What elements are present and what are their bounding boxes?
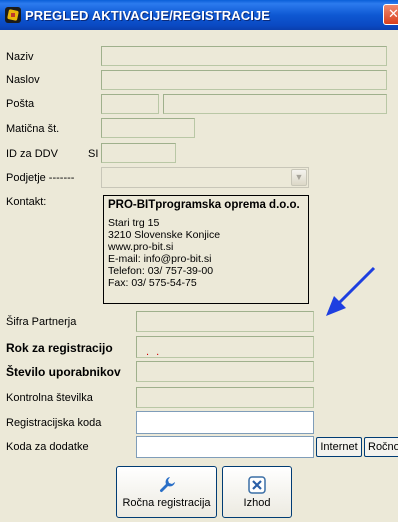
internet-button[interactable]: Internet	[316, 437, 362, 457]
uporabniki-field[interactable]	[136, 361, 314, 382]
naslov-label: Naslov	[6, 74, 40, 86]
contact-line: Telefon: 03/ 757-39-00	[108, 265, 214, 277]
sifra-label: Šifra Partnerja	[6, 316, 77, 328]
window-title: PREGLED AKTIVACIJE/REGISTRACIJE	[25, 7, 271, 23]
postal-code-field[interactable]	[101, 94, 159, 114]
city-field[interactable]	[163, 94, 387, 114]
close-button[interactable]: ✕	[383, 4, 398, 25]
registration-window: PREGLED AKTIVACIJE/REGISTRACIJE ✕ Naziv …	[0, 0, 398, 522]
ddv-label: ID za DDV	[6, 148, 58, 160]
naziv-label: Naziv	[6, 51, 34, 63]
rok-label: Rok za registracijo	[6, 341, 113, 355]
app-icon	[5, 7, 21, 23]
kontrolna-label: Kontrolna številka	[6, 392, 93, 404]
contact-line: www.pro-bit.si	[108, 241, 174, 253]
contact-line: E-mail: info@pro-bit.si	[108, 253, 212, 265]
rocno-button[interactable]: Ročno	[364, 437, 398, 457]
reg-koda-label: Registracijska koda	[6, 417, 102, 429]
maticna-field[interactable]	[101, 118, 195, 138]
rok-field[interactable]	[136, 336, 314, 358]
koda-dodatke-input[interactable]	[136, 436, 314, 458]
title-bar[interactable]: PREGLED AKTIVACIJE/REGISTRACIJE ✕	[0, 0, 398, 30]
koda-dodatke-label: Koda za dodatke	[6, 441, 89, 453]
rocna-registracija-label: Ročna registracija	[122, 497, 211, 509]
rok-value: . .	[146, 346, 162, 358]
wrench-icon	[159, 477, 175, 493]
rocno-button-label: Ročno	[368, 441, 398, 453]
contact-line: Stari trg 15	[108, 217, 160, 229]
izhod-label: Izhod	[243, 497, 271, 509]
close-icon	[248, 476, 266, 494]
maticna-label: Matična št.	[6, 123, 60, 135]
chevron-down-icon[interactable]: ▼	[291, 169, 307, 186]
contact-line: 3210 Slovenske Konjice	[108, 229, 221, 241]
podjetje-label: Podjetje -------	[6, 172, 75, 184]
ddv-prefix: SI	[88, 148, 99, 160]
naziv-field[interactable]	[101, 46, 387, 66]
sifra-field[interactable]	[136, 311, 314, 332]
contact-line: Fax: 03/ 575-54-75	[108, 277, 197, 289]
rocna-registracija-button[interactable]: Ročna registracija	[116, 466, 217, 518]
posta-label: Pošta	[6, 98, 35, 110]
izhod-button[interactable]: Izhod	[222, 466, 292, 518]
naslov-field[interactable]	[101, 70, 387, 90]
uporabniki-label: Število uporabnikov	[6, 365, 121, 379]
kontrolna-field[interactable]	[136, 387, 314, 408]
company-name: PRO-BITprogramska oprema d.o.o.	[108, 199, 300, 211]
kontakt-label: Kontakt:	[6, 196, 47, 208]
podjetje-select[interactable]: ▼	[101, 167, 309, 188]
internet-button-label: Internet	[320, 441, 358, 453]
contact-box: PRO-BITprogramska oprema d.o.o. Stari tr…	[103, 195, 309, 304]
ddv-field[interactable]	[101, 143, 176, 163]
arrow-icon	[326, 266, 376, 316]
reg-koda-input[interactable]	[136, 411, 314, 434]
